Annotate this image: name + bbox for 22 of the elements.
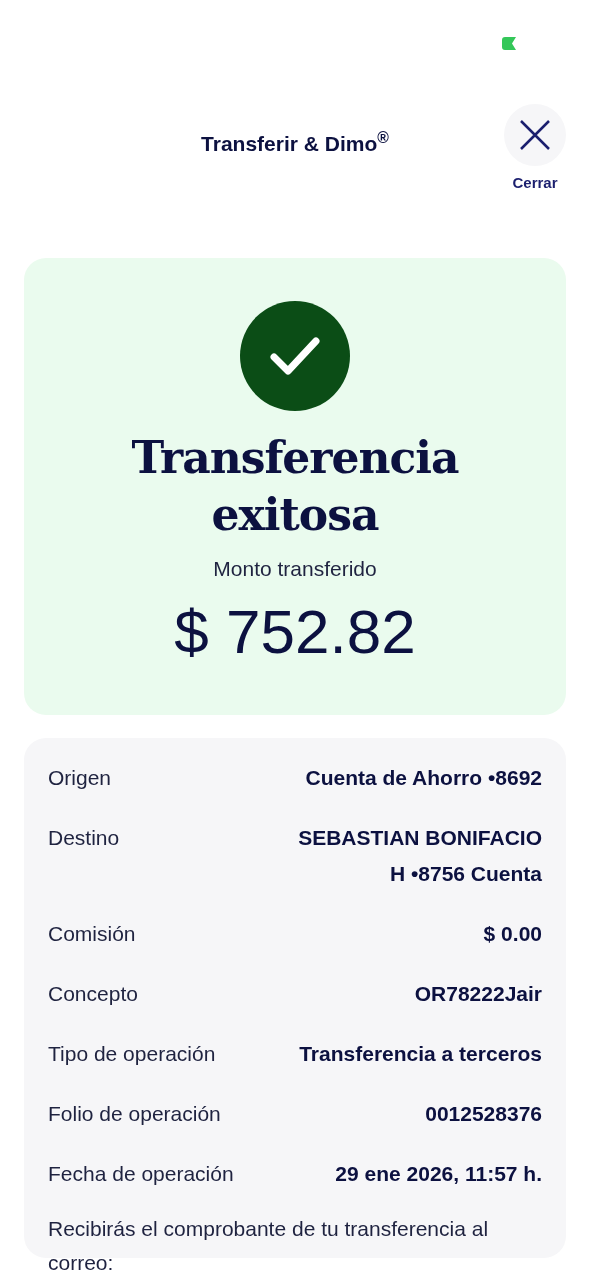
- close-icon: [520, 120, 550, 150]
- amount-value: $ 752.82: [174, 596, 416, 667]
- result-title: Transferencia exitosa: [130, 431, 460, 542]
- detail-value: OR78222Jair: [414, 981, 542, 1007]
- detail-label: Folio de operación: [48, 1101, 221, 1127]
- detail-label: Comisión: [48, 921, 136, 947]
- detail-label: Tipo de operación: [48, 1041, 216, 1067]
- detail-value: SEBASTIAN BONIFACIO H •8756 Cuenta: [297, 825, 542, 887]
- detail-value: 0012528376: [425, 1101, 542, 1127]
- detail-label: Origen: [48, 765, 112, 791]
- status-icon: [502, 37, 516, 50]
- detail-label: Concepto: [48, 981, 138, 1007]
- email-note: Recibirás el comprobante de tu transferencia al correo:: [48, 1216, 490, 1276]
- detail-label: Fecha de operación: [48, 1161, 234, 1187]
- detail-value: Transferencia a terceros: [299, 1041, 542, 1067]
- detail-label: Destino: [48, 825, 120, 851]
- detail-value: $ 0.00: [483, 921, 542, 947]
- amount-label: Monto transferido: [213, 556, 377, 582]
- detail-value: Cuenta de Ahorro •8692: [305, 765, 542, 791]
- check-icon: [240, 301, 350, 411]
- detail-value: 29 ene 2026, 11:57 h.: [335, 1161, 542, 1187]
- screen-title: Transferir & Dimo$^{®}$: [200, 128, 390, 157]
